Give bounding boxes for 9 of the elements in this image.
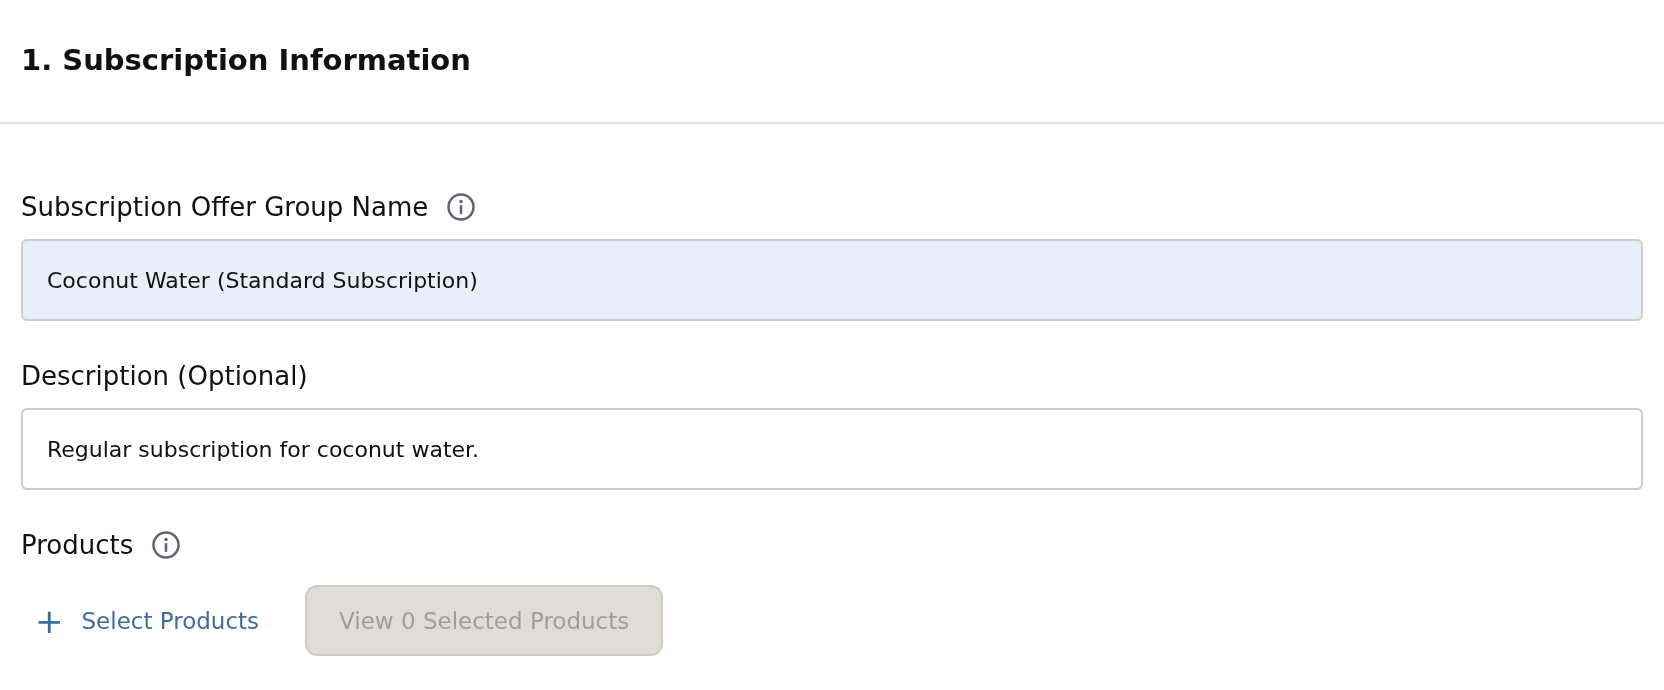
field-label: Description (Optional) bbox=[21, 361, 308, 391]
select-products-button[interactable]: + Select Products bbox=[21, 585, 260, 656]
section-title: 1. Subscription Information bbox=[21, 42, 472, 79]
info-icon[interactable] bbox=[446, 192, 477, 222]
field-label: Subscription Offer Group Name bbox=[21, 192, 429, 222]
text-field[interactable]: Coconut Water (Standard Subscription) bbox=[21, 239, 1643, 321]
info-icon[interactable] bbox=[151, 530, 182, 560]
field-label: Products bbox=[21, 530, 134, 560]
text-field[interactable]: Regular subscription for coconut water. bbox=[21, 408, 1643, 490]
